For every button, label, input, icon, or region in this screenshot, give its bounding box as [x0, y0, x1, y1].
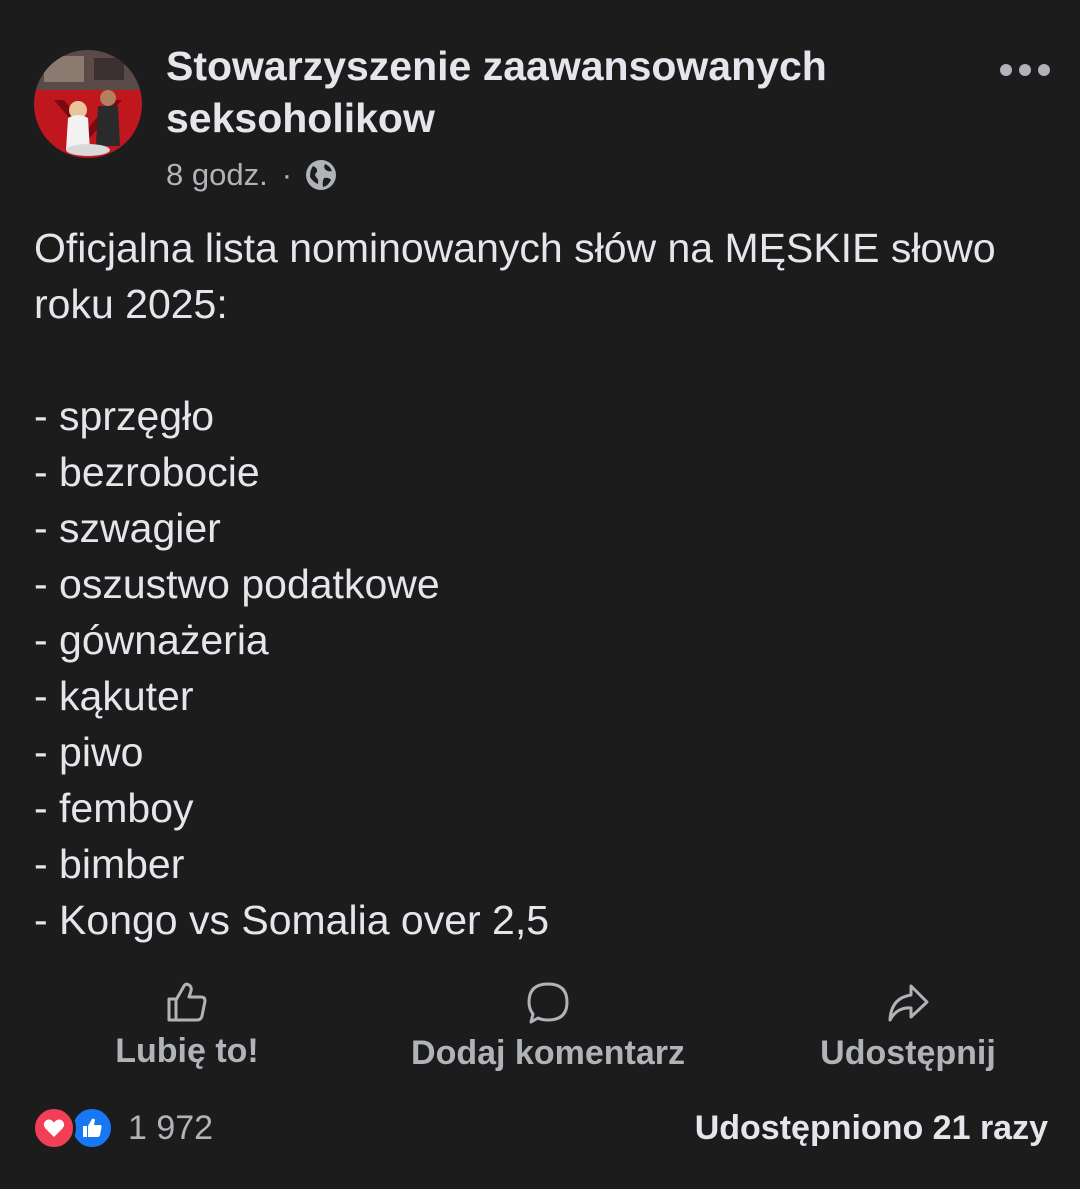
post-intro: Oficjalna lista nominowanych słów na MĘS…: [34, 225, 996, 327]
list-item: - piwo: [34, 729, 144, 775]
heart-reaction-icon: [32, 1106, 76, 1150]
share-label: Udostępnij: [820, 1034, 996, 1072]
meta-separator: ·: [281, 157, 293, 192]
more-dots-icon: [1000, 64, 1050, 76]
comment-button[interactable]: Dodaj komentarz: [400, 980, 696, 1073]
list-item: - femboy: [34, 785, 194, 831]
list-item: - sprzęgło: [34, 393, 215, 439]
list-item: - kąkuter: [34, 673, 194, 719]
post-time[interactable]: 8 godz.: [166, 157, 268, 193]
shares-count[interactable]: Udostępniono 21 razy: [695, 1104, 1048, 1152]
list-item: - gównażeria: [34, 617, 269, 663]
post-stats: 1 972 Udostępniono 21 razy: [32, 1104, 1048, 1152]
thumbs-up-icon: [165, 980, 209, 1024]
avatar-image: [34, 50, 142, 158]
list-item: - Kongo vs Somalia over 2,5: [34, 897, 550, 943]
list-item: - oszustwo podatkowe: [34, 561, 440, 607]
nominee-list: - sprzęgło - bezrobocie - szwagier - osz…: [34, 388, 1044, 948]
group-name[interactable]: Stowarzyszenie zaawansowanych seksoholik…: [166, 40, 926, 144]
comment-bubble-icon: [525, 980, 571, 1026]
globe-icon[interactable]: [304, 158, 338, 192]
share-arrow-icon: [885, 980, 931, 1026]
like-reaction-icon: [70, 1106, 114, 1150]
list-item: - szwagier: [34, 505, 221, 551]
group-avatar[interactable]: [34, 50, 142, 158]
like-button[interactable]: Lubię to!: [100, 980, 274, 1071]
more-options-button[interactable]: [996, 52, 1056, 88]
post-card: Stowarzyszenie zaawansowanych seksoholik…: [0, 0, 1080, 1189]
reaction-count: 1 972: [128, 1108, 214, 1147]
like-label: Lubię to!: [115, 1032, 259, 1070]
list-item: - bezrobocie: [34, 449, 260, 495]
reactions-summary[interactable]: 1 972: [32, 1104, 213, 1152]
list-item: - bimber: [34, 841, 185, 887]
post-meta: 8 godz. ·: [166, 155, 338, 195]
post-text: Oficjalna lista nominowanych słów na MĘS…: [34, 220, 1044, 948]
post-actions: Lubię to! Dodaj komentarz Udostępnij: [0, 980, 1080, 1080]
comment-label: Dodaj komentarz: [411, 1034, 685, 1072]
share-button[interactable]: Udostępnij: [810, 980, 1006, 1073]
